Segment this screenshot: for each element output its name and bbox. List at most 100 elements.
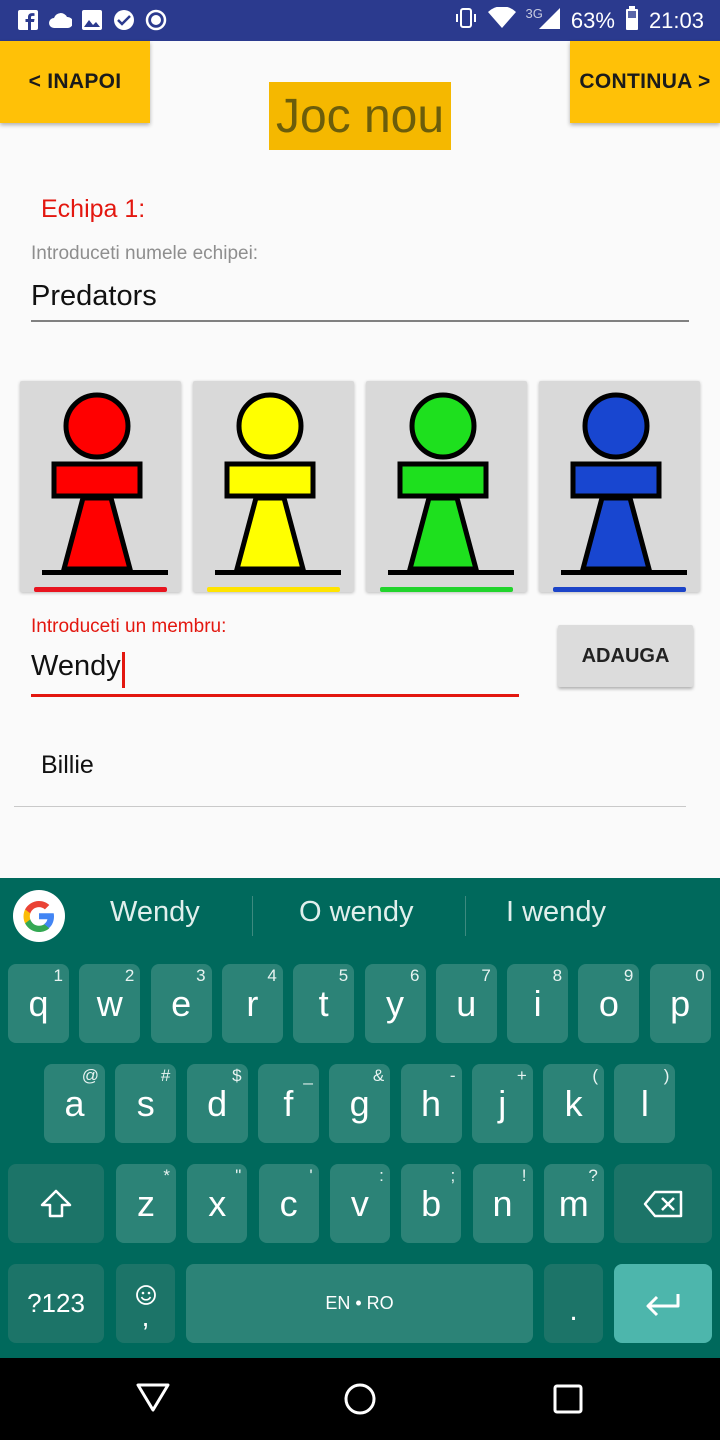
add-member-button[interactable]: ADAUGA: [558, 625, 693, 687]
home-icon[interactable]: [343, 1382, 377, 1416]
member-input[interactable]: Wendy: [31, 650, 519, 697]
google-g-icon[interactable]: [13, 890, 65, 942]
key-label: c: [279, 1182, 298, 1224]
space-key[interactable]: EN • RO: [186, 1264, 533, 1343]
check-icon: [112, 8, 136, 32]
list-item[interactable]: Billie: [14, 735, 686, 807]
status-bar: 3G 63% 21:03: [0, 0, 720, 41]
key-alt-label: &: [372, 1066, 385, 1085]
continue-button[interactable]: CONTINUA >: [570, 41, 720, 123]
key-l[interactable]: l): [614, 1064, 676, 1143]
key-alt-label: ): [663, 1066, 670, 1085]
key-label: w: [96, 982, 123, 1024]
shift-key[interactable]: [8, 1164, 104, 1243]
signal-icon: [537, 6, 561, 36]
suggestion-3[interactable]: I wendy: [506, 896, 606, 929]
key-alt-label: ': [309, 1166, 313, 1185]
key-alt-label: *: [163, 1166, 170, 1185]
key-f[interactable]: f _: [257, 1064, 319, 1143]
team-label: Echipa 1:: [41, 195, 146, 223]
recents-icon[interactable]: [553, 1384, 583, 1414]
key-u[interactable]: u7: [435, 964, 497, 1043]
key-o[interactable]: o9: [578, 964, 640, 1043]
key-label: s: [136, 1082, 155, 1124]
key-label: z: [137, 1182, 155, 1224]
enter-icon: [646, 1293, 680, 1316]
key-y[interactable]: y6: [364, 964, 426, 1043]
pawn-color-bar: [34, 587, 167, 592]
key-p[interactable]: p0: [649, 964, 711, 1043]
key-alt-label: 1: [53, 966, 63, 985]
pawn-tile-yellow[interactable]: [193, 381, 354, 592]
key-g[interactable]: g &: [329, 1064, 391, 1143]
key-d[interactable]: d $: [186, 1064, 248, 1143]
suggestion-2[interactable]: O wendy: [299, 896, 413, 929]
key-w[interactable]: w2: [79, 964, 141, 1043]
key-n[interactable]: n!: [472, 1164, 533, 1243]
key-label: h: [420, 1082, 442, 1124]
symbols-key[interactable]: ?123: [8, 1264, 104, 1343]
key-alt-label: 8: [552, 966, 563, 985]
key-label: r: [246, 982, 259, 1024]
key-alt-label: 7: [481, 966, 491, 985]
key-t[interactable]: t5: [293, 964, 355, 1043]
key-j[interactable]: j +: [471, 1064, 533, 1143]
back-icon[interactable]: [136, 1382, 170, 1412]
pawn-tile-green[interactable]: [366, 381, 527, 592]
key-alt-label: 3: [196, 966, 206, 985]
blue-pawn-icon: [561, 392, 687, 575]
key-label: x: [208, 1182, 227, 1224]
key-label: f: [283, 1082, 294, 1124]
key-m[interactable]: m?: [543, 1164, 604, 1243]
comma-label: ,: [141, 1300, 150, 1332]
text-cursor: [121, 652, 125, 688]
key-i[interactable]: i8: [507, 964, 569, 1043]
key-v[interactable]: v:: [329, 1164, 390, 1243]
key-alt-label: 5: [338, 966, 349, 985]
key-label: u: [456, 982, 477, 1024]
page-title: Joc nou: [269, 82, 451, 150]
team-name-hint: Introduceti numele echipei:: [31, 243, 259, 264]
key-alt-label: #: [160, 1066, 171, 1085]
key-k[interactable]: k(: [543, 1064, 605, 1143]
key-label: k: [564, 1082, 583, 1124]
key-label: n: [492, 1182, 513, 1224]
key-label: l: [640, 1082, 649, 1124]
key-alt-label: !: [521, 1166, 527, 1185]
key-alt-label: +: [516, 1066, 527, 1085]
key-s[interactable]: s #: [115, 1064, 177, 1143]
key-r[interactable]: r4: [221, 964, 283, 1043]
system-icons: 3G 63% 21:03: [454, 6, 704, 36]
key-q[interactable]: q1: [8, 964, 69, 1043]
enter-key[interactable]: [614, 1264, 712, 1343]
key-e[interactable]: e3: [150, 964, 212, 1043]
keyboard: Wendy O wendy I wendy q1w2e3r4t5y6u7i8o9…: [0, 878, 720, 1358]
image-icon: [80, 8, 104, 32]
back-button[interactable]: < INAPOI: [0, 41, 150, 123]
key-label: i: [533, 982, 542, 1024]
key-x[interactable]: x ": [187, 1164, 248, 1243]
key-alt-label: ": [235, 1166, 242, 1185]
record-icon: [144, 8, 168, 32]
key-h[interactable]: h-: [400, 1064, 462, 1143]
key-alt-label: _: [303, 1066, 313, 1085]
vibrate-icon: [454, 6, 478, 36]
key-z[interactable]: z *: [116, 1164, 176, 1243]
pawn-tile-red[interactable]: [20, 381, 181, 592]
key-label: q: [28, 982, 49, 1024]
key-b[interactable]: b;: [401, 1164, 462, 1243]
key-label: j: [498, 1082, 507, 1124]
red-pawn-icon: [42, 392, 168, 575]
suggestion-1[interactable]: Wendy: [110, 896, 200, 929]
key-label: y: [386, 982, 404, 1024]
key-c[interactable]: c ': [258, 1164, 319, 1243]
period-key[interactable]: .: [544, 1264, 603, 1343]
emoji-comma-key[interactable]: ,: [116, 1264, 175, 1343]
team-name-input[interactable]: Predators: [31, 280, 689, 322]
key-alt-label: (: [592, 1066, 599, 1085]
backspace-key[interactable]: [614, 1164, 712, 1243]
key-a[interactable]: a @: [44, 1064, 105, 1143]
battery-percent: 63%: [570, 8, 615, 33]
pawn-tile-blue[interactable]: [539, 381, 700, 592]
key-alt-label: @: [81, 1066, 99, 1085]
